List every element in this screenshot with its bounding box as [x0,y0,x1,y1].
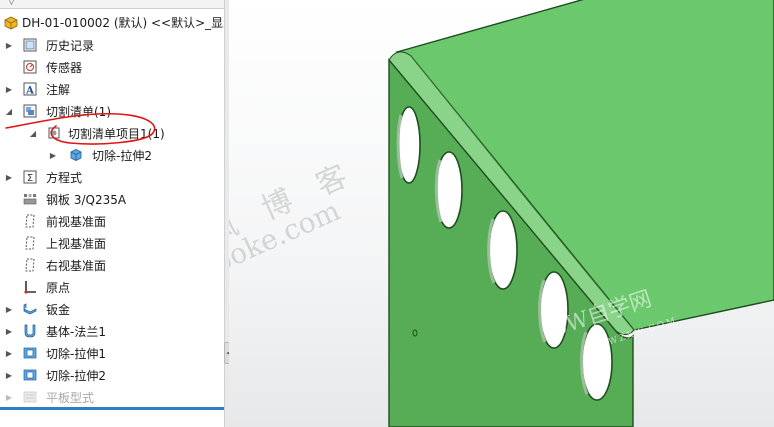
feature-manager-tree[interactable]: ▽ DH-01-010002 (默认) <<默认>_显示 ▶ 历史记录 传感器 … [0,0,224,427]
sheet-metal-part-model[interactable] [229,0,774,427]
graphics-viewport[interactable]: 溪 风 博 客 xifengboke.com SW自学网 SWZXW.COM [229,0,774,427]
red-annotation-mark [5,112,156,145]
